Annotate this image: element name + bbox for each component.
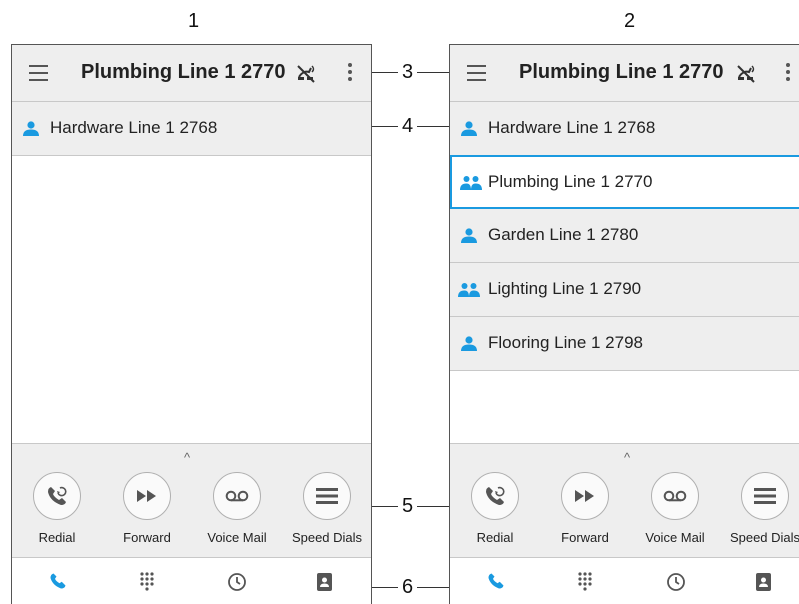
phone-icon[interactable] bbox=[49, 572, 67, 590]
line-item-lighting[interactable]: Lighting Line 1 2790 bbox=[450, 263, 799, 317]
line-item-label: Hardware Line 1 2768 bbox=[50, 118, 218, 137]
softkey-label: Voice Mail bbox=[207, 530, 267, 545]
callout-line bbox=[417, 506, 449, 507]
speed-dials-icon bbox=[754, 488, 776, 504]
forward-button[interactable]: Forward bbox=[540, 472, 630, 545]
callout-line bbox=[372, 587, 398, 588]
line-item-label: Flooring Line 1 2798 bbox=[488, 333, 644, 352]
voicemail-icon bbox=[225, 490, 249, 502]
line-title: Plumbing Line 1 2770 bbox=[519, 61, 724, 83]
line-title: Plumbing Line 1 2770 bbox=[81, 61, 286, 83]
dialpad-icon[interactable] bbox=[577, 572, 593, 592]
softkey-bar: ^ Redial Forward Voice Mail Speed Dials bbox=[12, 443, 371, 558]
callout-line bbox=[417, 587, 449, 588]
softkey-bar: ^ Redial Forward Voice Mail Speed Dials bbox=[450, 443, 799, 558]
line-item-garden[interactable]: Garden Line 1 2780 bbox=[450, 209, 799, 263]
line-item-hardware[interactable]: Hardware Line 1 2768 bbox=[450, 102, 799, 156]
line-item-label: Lighting Line 1 2790 bbox=[488, 279, 642, 298]
softkey-label: Forward bbox=[123, 530, 171, 545]
bottom-navbar bbox=[450, 557, 799, 604]
speed-dials-button[interactable]: Speed Dials bbox=[282, 472, 371, 545]
phone-screen-2: Plumbing Line 1 2770 Hardware Line 1 276… bbox=[449, 44, 799, 604]
phone-screen-1: Plumbing Line 1 2770 Hardware Line 1 276… bbox=[11, 44, 372, 604]
softkey-label: Forward bbox=[561, 530, 609, 545]
callout-line bbox=[372, 506, 398, 507]
callout-number-3: 3 bbox=[402, 61, 414, 83]
softkey-label: Speed Dials bbox=[291, 530, 363, 545]
softkey-label: Voice Mail bbox=[645, 530, 705, 545]
softkey-label: Redial bbox=[476, 530, 514, 545]
panel-number-2: 2 bbox=[624, 10, 636, 32]
callout-line bbox=[372, 72, 398, 73]
redial-icon bbox=[486, 486, 505, 505]
callout-number-6: 6 bbox=[402, 576, 414, 598]
person-icon bbox=[461, 121, 477, 136]
person-icon bbox=[23, 121, 39, 136]
forward-icon bbox=[575, 490, 594, 502]
line-item-label: Plumbing Line 1 2770 bbox=[488, 172, 653, 191]
forward-button[interactable]: Forward bbox=[102, 472, 192, 545]
redial-icon bbox=[48, 486, 67, 505]
person-icon bbox=[461, 336, 477, 351]
voice-mail-button[interactable]: Voice Mail bbox=[192, 472, 282, 545]
line-item-hardware[interactable]: Hardware Line 1 2768 bbox=[12, 102, 371, 156]
recents-icon[interactable] bbox=[666, 572, 686, 592]
softkey-label: Speed Dials bbox=[729, 530, 799, 545]
menu-icon[interactable] bbox=[467, 65, 486, 86]
callout-line bbox=[372, 126, 398, 127]
speed-dials-icon bbox=[316, 488, 338, 504]
speed-dials-button[interactable]: Speed Dials bbox=[720, 472, 799, 545]
dialpad-icon[interactable] bbox=[139, 572, 155, 592]
line-item-label: Hardware Line 1 2768 bbox=[488, 118, 656, 137]
voicemail-icon bbox=[663, 490, 687, 502]
contacts-icon[interactable] bbox=[755, 572, 773, 592]
callout-line bbox=[417, 72, 449, 73]
person-icon bbox=[461, 228, 477, 243]
header-bar: Plumbing Line 1 2770 bbox=[450, 45, 799, 102]
more-options-icon[interactable] bbox=[348, 63, 352, 84]
group-icon bbox=[458, 283, 480, 297]
group-icon bbox=[460, 176, 482, 190]
header-bar: Plumbing Line 1 2770 bbox=[12, 45, 371, 102]
recents-icon[interactable] bbox=[227, 572, 247, 592]
redial-button[interactable]: Redial bbox=[12, 472, 102, 545]
panel-number-1: 1 bbox=[188, 10, 200, 32]
bottom-navbar bbox=[12, 557, 371, 604]
phone-icon[interactable] bbox=[487, 572, 505, 590]
line-item-plumbing[interactable]: Plumbing Line 1 2770 bbox=[450, 155, 799, 209]
do-not-disturb-icon[interactable] bbox=[296, 63, 318, 83]
redial-button[interactable]: Redial bbox=[450, 472, 540, 545]
menu-icon[interactable] bbox=[29, 65, 48, 86]
expand-caret-icon[interactable]: ^ bbox=[624, 450, 630, 465]
callout-number-5: 5 bbox=[402, 495, 414, 517]
expand-caret-icon[interactable]: ^ bbox=[184, 450, 190, 465]
forward-icon bbox=[137, 490, 156, 502]
line-item-label: Garden Line 1 2780 bbox=[488, 225, 639, 244]
line-item-flooring[interactable]: Flooring Line 1 2798 bbox=[450, 317, 799, 371]
contacts-icon[interactable] bbox=[316, 572, 334, 592]
callout-line bbox=[417, 126, 449, 127]
more-options-icon[interactable] bbox=[786, 63, 790, 84]
voice-mail-button[interactable]: Voice Mail bbox=[630, 472, 720, 545]
callout-number-4: 4 bbox=[402, 115, 414, 137]
softkey-label: Redial bbox=[38, 530, 76, 545]
do-not-disturb-icon[interactable] bbox=[736, 63, 758, 83]
